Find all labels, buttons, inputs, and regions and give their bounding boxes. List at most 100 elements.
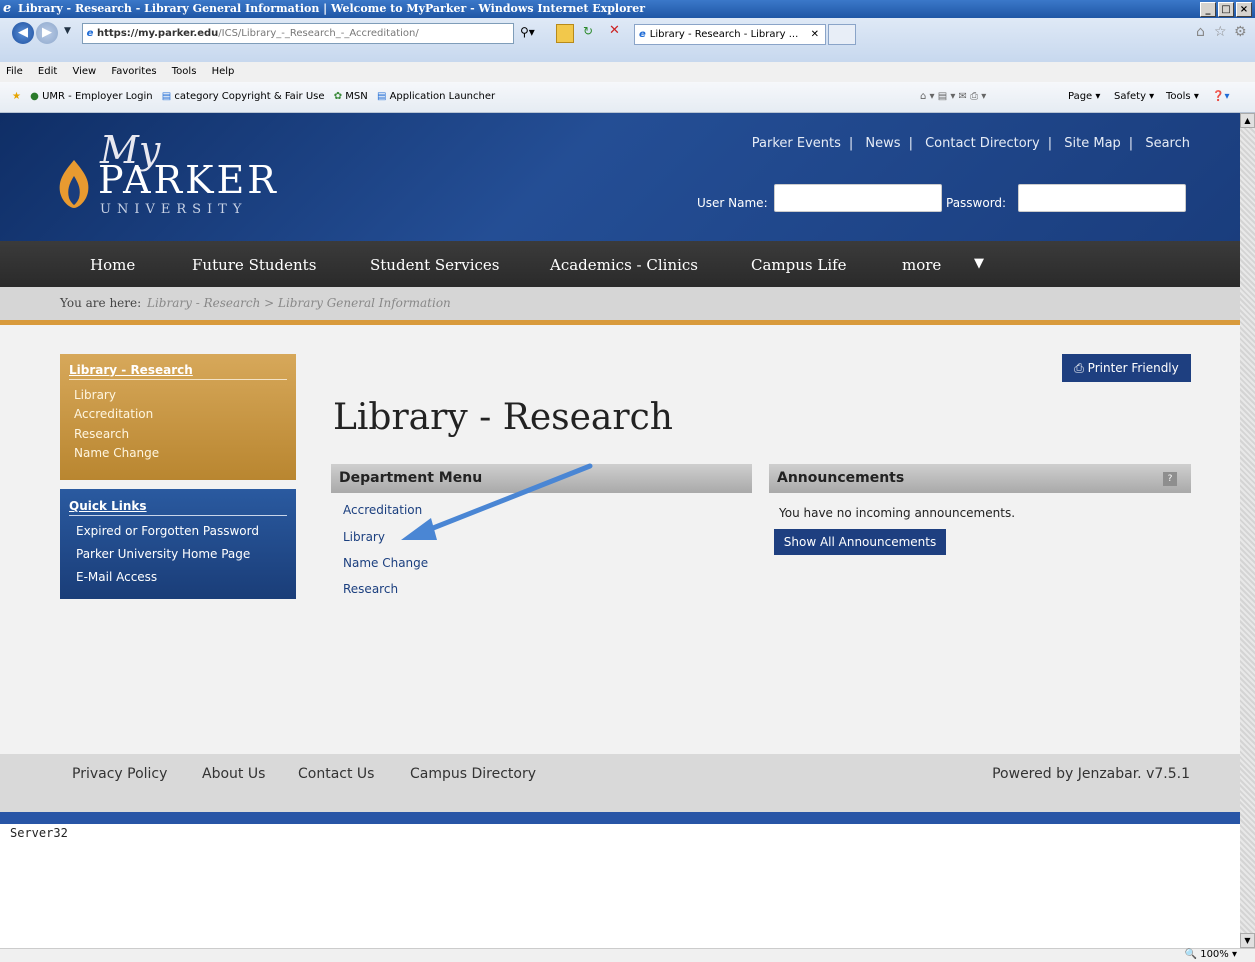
favorites-star-icon[interactable]: ★: [12, 91, 21, 102]
ie-page-icon: ▤: [376, 91, 387, 102]
browser-tab[interactable]: e Library - Research - Library ... ✕: [634, 24, 826, 45]
printer-friendly-button[interactable]: ⎙ Printer Friendly: [1062, 354, 1191, 382]
dept-link-library[interactable]: Library: [343, 530, 385, 544]
status-bar: [0, 948, 1255, 962]
tab-close-icon[interactable]: ✕: [811, 25, 819, 44]
cmd-page[interactable]: Page ▾: [1068, 82, 1100, 112]
history-dropdown-icon[interactable]: ▼: [64, 26, 71, 36]
scroll-down-icon[interactable]: ▼: [1240, 933, 1255, 948]
menu-file[interactable]: File: [6, 66, 23, 77]
footer-campus-directory[interactable]: Campus Directory: [410, 766, 536, 782]
address-bar[interactable]: e https://my.parker.edu/ICS/Library_-_Res…: [82, 23, 514, 44]
cmd-safety[interactable]: Safety ▾: [1114, 82, 1154, 112]
nav-home[interactable]: Home: [90, 256, 135, 274]
footer-privacy-policy[interactable]: Privacy Policy: [72, 766, 167, 782]
favorite-app-launcher[interactable]: Application Launcher: [390, 91, 496, 102]
search-dropdown-icon[interactable]: ⚲▾: [520, 25, 535, 39]
link-news[interactable]: News: [865, 136, 900, 151]
stop-icon[interactable]: ✕: [609, 23, 620, 38]
vertical-scrollbar[interactable]: ▲ ▼: [1240, 113, 1255, 948]
top-links: Parker Events | News | Contact Directory | …: [751, 136, 1190, 151]
zoom-level: 100%: [1200, 949, 1229, 960]
quick-link-email[interactable]: E-Mail Access: [76, 570, 157, 584]
help-button[interactable]: ?: [1163, 472, 1177, 486]
username-label: User Name:: [697, 196, 768, 210]
tab-page-icon: e: [639, 29, 646, 40]
server-label: Server32: [10, 826, 68, 840]
link-parker-events[interactable]: Parker Events: [752, 136, 841, 151]
page-icon: e: [86, 28, 94, 39]
new-tab-button[interactable]: [828, 24, 856, 45]
powered-by: Powered by Jenzabar. v7.5.1: [992, 766, 1190, 782]
favorite-msn[interactable]: MSN: [345, 91, 367, 102]
zoom-control[interactable]: 🔍 100% ▾: [1185, 948, 1237, 961]
msn-icon: ✿: [333, 91, 343, 102]
sidebar-item-accreditation[interactable]: Accreditation: [74, 407, 153, 421]
menu-favorites[interactable]: Favorites: [111, 66, 156, 77]
more-dropdown-icon[interactable]: ▼: [974, 256, 984, 271]
menu-tools[interactable]: Tools: [172, 66, 197, 77]
library-research-header[interactable]: Library - Research: [69, 363, 287, 380]
favorites-star-icon[interactable]: ☆: [1214, 24, 1227, 40]
close-window-button[interactable]: ×: [1236, 2, 1252, 17]
favorites-bar: ★ ● UMR - Employer Login ▤ category Copy…: [0, 82, 1255, 113]
annotation-arrow: [401, 463, 593, 540]
link-contact-directory[interactable]: Contact Directory: [925, 136, 1040, 151]
menu-help[interactable]: Help: [212, 66, 235, 77]
tab-label: Library - Research - Library ...: [649, 29, 799, 40]
printer-friendly-label: Printer Friendly: [1087, 361, 1179, 375]
window-title-bar: e Library - Research - Library General In…: [0, 0, 1255, 18]
password-input[interactable]: [1018, 184, 1186, 212]
show-all-announcements-button[interactable]: Show All Announcements: [774, 529, 946, 555]
globe-icon: ●: [30, 91, 39, 102]
forward-button[interactable]: ▶: [36, 22, 58, 44]
nav-student-services[interactable]: Student Services: [370, 256, 499, 274]
footer-about-us[interactable]: About Us: [202, 766, 265, 782]
scroll-up-icon[interactable]: ▲: [1240, 113, 1255, 128]
breadcrumb-path[interactable]: Library - Research > Library General Inf…: [147, 296, 451, 310]
quick-link-home-page[interactable]: Parker University Home Page: [76, 547, 250, 561]
maximize-button[interactable]: □: [1218, 2, 1234, 17]
printer-icon: ⎙: [1074, 361, 1084, 375]
command-icons[interactable]: ⌂ ▾ ▤ ▾ ✉ ⎙ ▾: [920, 82, 986, 112]
nav-campus-life[interactable]: Campus Life: [751, 256, 847, 274]
minimize-button[interactable]: _: [1200, 2, 1216, 17]
link-site-map[interactable]: Site Map: [1064, 136, 1121, 151]
nav-academics-clinics[interactable]: Academics - Clinics: [550, 256, 698, 274]
menu-bar: File Edit View Favorites Tools Help: [0, 62, 1255, 82]
zoom-icon: 🔍: [1184, 949, 1198, 960]
logo-parker: PARKER: [98, 158, 279, 202]
lock-icon[interactable]: [556, 24, 574, 43]
announcements-header: Announcements ?: [769, 464, 1191, 493]
sidebar-item-library[interactable]: Library: [74, 388, 116, 402]
sidebar-item-name-change[interactable]: Name Change: [74, 446, 159, 460]
favorite-copyright[interactable]: category Copyright & Fair Use: [174, 91, 324, 102]
url-path: /ICS/Library_-_Research_-_Accreditation/: [218, 28, 419, 39]
back-button[interactable]: ◀: [12, 22, 34, 44]
nav-future-students[interactable]: Future Students: [192, 256, 316, 274]
nav-more[interactable]: more: [902, 256, 941, 274]
dept-link-research[interactable]: Research: [343, 582, 398, 596]
breadcrumb: You are here: Library - Research > Libra…: [0, 287, 1240, 325]
site-footer: Privacy Policy About Us Contact Us Campu…: [0, 754, 1240, 812]
link-search[interactable]: Search: [1145, 136, 1190, 151]
footer-bar: [0, 812, 1240, 824]
quick-link-password[interactable]: Expired or Forgotten Password: [76, 524, 259, 538]
ie-logo-icon: e: [3, 1, 12, 16]
home-icon[interactable]: ⌂: [1196, 24, 1205, 40]
logo-university: UNIVERSITY: [100, 202, 248, 217]
help-icon[interactable]: ❓▾: [1212, 82, 1229, 112]
username-input[interactable]: [774, 184, 942, 212]
gear-icon[interactable]: ⚙: [1234, 24, 1247, 40]
quick-links-box: Quick Links Expired or Forgotten Passwor…: [60, 489, 296, 599]
menu-view[interactable]: View: [72, 66, 96, 77]
sidebar-item-research[interactable]: Research: [74, 427, 129, 441]
menu-edit[interactable]: Edit: [38, 66, 57, 77]
cmd-tools[interactable]: Tools ▾: [1166, 82, 1199, 112]
quick-links-header: Quick Links: [69, 499, 287, 516]
favorite-umr[interactable]: UMR - Employer Login: [42, 91, 153, 102]
refresh-icon[interactable]: ↻: [583, 24, 593, 38]
breadcrumb-label: You are here:: [60, 296, 142, 310]
announcements-title: Announcements: [777, 470, 905, 486]
footer-contact-us[interactable]: Contact Us: [298, 766, 374, 782]
